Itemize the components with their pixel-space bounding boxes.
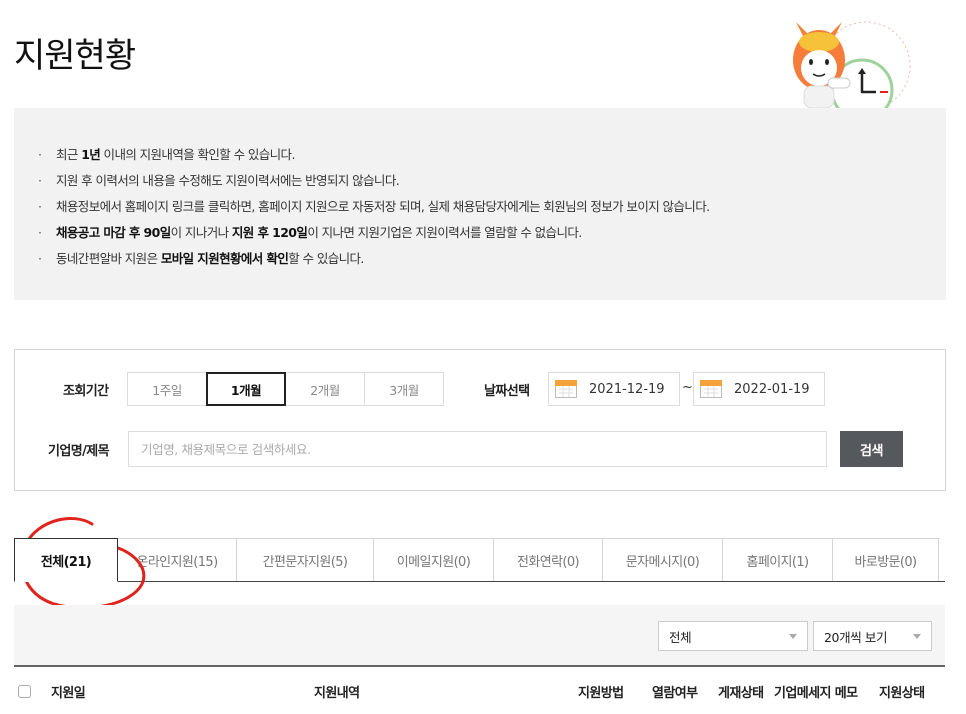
tab-text-message[interactable]: 문자메시지(0): [602, 538, 723, 581]
period-3-months[interactable]: 3개월: [364, 372, 444, 406]
calendar-icon[interactable]: [555, 380, 577, 398]
notice-text: 이 지나거나: [170, 225, 232, 240]
application-tabs: 전체(21) 온라인지원(15) 간편문자지원(5) 이메일지원(0) 전화연락(0) 문…: [14, 538, 945, 582]
search-button[interactable]: 검색: [840, 431, 903, 467]
tab-email[interactable]: 이메일지원(0): [373, 538, 494, 581]
calendar-icon[interactable]: [700, 380, 722, 398]
tab-simple-sms[interactable]: 간편문자지원(5): [236, 538, 374, 581]
notice-text: 동네간편알바 지원은: [56, 251, 161, 266]
date-range-separator: ~: [682, 380, 693, 395]
notice-box: 최근 1년 이내의 지원내역을 확인할 수 있습니다. 지원 후 이력서의 내용을…: [14, 108, 946, 300]
notice-text: 이 지나면 지원기업은 지원이력서를 열람할 수 없습니다.: [307, 225, 582, 240]
notice-item: 채용정보에서 홈페이지 링크를 클릭하면, 홈페이지 지원으로 자동저장 되며,…: [38, 194, 946, 220]
page-title: 지원현황: [14, 36, 136, 76]
column-header-method: 지원방법: [578, 685, 624, 701]
notice-emphasis: 1년: [81, 147, 101, 162]
period-1-month[interactable]: 1개월: [206, 372, 286, 406]
notice-text: 최근: [56, 147, 82, 162]
notice-list: 최근 1년 이내의 지원내역을 확인할 수 있습니다. 지원 후 이력서의 내용을…: [14, 108, 946, 272]
notice-emphasis: 채용공고 마감 후 90일: [56, 225, 171, 240]
page-size-value: 20개씩 보기: [824, 629, 888, 645]
tab-phone[interactable]: 전화연락(0): [493, 538, 603, 581]
keyword-search-input[interactable]: [128, 431, 827, 467]
tab-direct-visit[interactable]: 바로방문(0): [832, 538, 939, 581]
notice-emphasis: 지원 후 120일: [231, 225, 308, 240]
mascot-illustration: [793, 21, 911, 108]
column-header-company-message: 기업메세지 메모: [774, 685, 858, 701]
page-size-select[interactable]: 20개씩 보기: [813, 621, 932, 651]
date-to-value: 2022-01-19: [734, 381, 810, 397]
status-filter-value: 전체: [669, 629, 692, 645]
notice-item: 최근 1년 이내의 지원내역을 확인할 수 있습니다.: [38, 142, 946, 168]
date-from-value: 2021-12-19: [589, 381, 665, 397]
notice-text: 할 수 있습니다.: [288, 251, 364, 266]
date-from-field[interactable]: 2021-12-19: [548, 372, 680, 406]
column-header-read: 열람여부: [652, 685, 698, 701]
date-select-label: 날짜선택: [484, 384, 530, 399]
period-selector: 1주일 1개월 2개월 3개월: [127, 372, 444, 406]
period-1-week[interactable]: 1주일: [127, 372, 207, 406]
chevron-down-icon: [789, 634, 797, 639]
column-header-date: 지원일: [51, 685, 86, 701]
period-label: 조회기간: [63, 384, 109, 399]
status-filter-select[interactable]: 전체: [658, 621, 808, 651]
chevron-down-icon: [913, 634, 921, 639]
notice-text: 이내의 지원내역을 확인할 수 있습니다.: [100, 147, 296, 162]
column-header-status: 지원상태: [879, 685, 925, 701]
tab-homepage[interactable]: 홈페이지(1): [722, 538, 833, 581]
notice-emphasis: 모바일 지원현황에서 확인: [160, 251, 289, 266]
notice-item: 채용공고 마감 후 90일이 지나거나 지원 후 120일이 지나면 지원기업은…: [38, 220, 946, 246]
keyword-label: 기업명/제목: [48, 444, 110, 459]
search-panel: [14, 349, 946, 491]
period-2-months[interactable]: 2개월: [285, 372, 365, 406]
notice-text: 지원 후 이력서의 내용을 수정해도 지원이력서에는 반영되지 않습니다.: [56, 173, 400, 188]
table-header: 지원일 지원내역 지원방법 열람여부 게재상태 기업메세지 메모 지원상태: [14, 668, 945, 714]
column-header-posting-status: 게재상태: [718, 685, 764, 701]
column-header-details: 지원내역: [314, 685, 360, 701]
select-all-checkbox[interactable]: [18, 684, 31, 698]
notice-item: 동네간편알바 지원은 모바일 지원현황에서 확인할 수 있습니다.: [38, 246, 946, 272]
tab-all[interactable]: 전체(21): [14, 538, 118, 582]
notice-text: 채용정보에서 홈페이지 링크를 클릭하면, 홈페이지 지원으로 자동저장 되며,…: [56, 199, 710, 214]
notice-item: 지원 후 이력서의 내용을 수정해도 지원이력서에는 반영되지 않습니다.: [38, 168, 946, 194]
date-to-field[interactable]: 2022-01-19: [693, 372, 825, 406]
